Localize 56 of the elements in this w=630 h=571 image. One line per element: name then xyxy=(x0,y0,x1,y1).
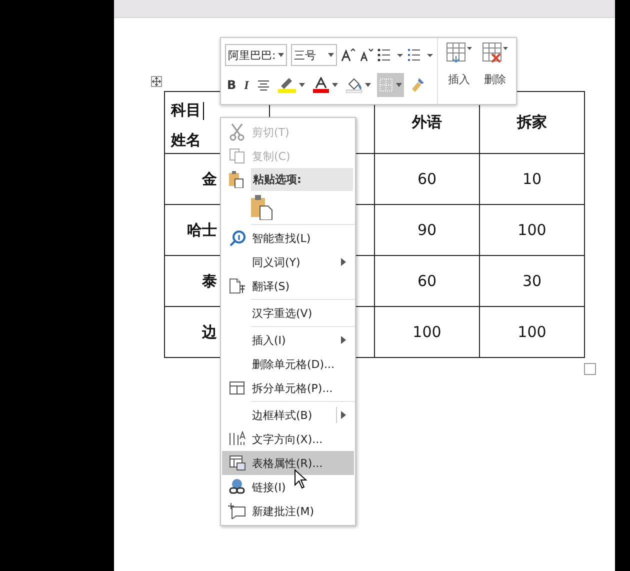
header-label: 姓名 xyxy=(170,130,201,151)
insert-table-icon xyxy=(446,42,472,64)
translate-icon xyxy=(228,278,246,294)
caret-icon xyxy=(364,83,371,87)
align-icon xyxy=(256,80,270,90)
borders-icon xyxy=(378,78,393,92)
caret-icon xyxy=(396,83,402,87)
text-direction-icon xyxy=(228,431,246,447)
table-cell: 60 xyxy=(374,154,480,204)
menu-section-header: 粘贴选项: xyxy=(251,168,353,191)
menu-item[interactable]: 表格属性(R)... xyxy=(222,451,354,475)
link-icon xyxy=(228,478,246,496)
format-painter-icon xyxy=(410,77,426,93)
numbering-icon[interactable] xyxy=(407,48,433,62)
mouse-pointer-icon xyxy=(294,469,307,489)
table-cell: 60 xyxy=(374,256,480,306)
font-name-field[interactable]: 阿里巴巴: xyxy=(225,44,287,66)
table-cell: 100 xyxy=(374,306,480,358)
delete-table-icon xyxy=(482,42,508,64)
menu-item[interactable]: 边框样式(B) xyxy=(222,403,354,427)
submenu-arrow-icon xyxy=(341,336,346,344)
header-label: 科目 xyxy=(165,92,204,129)
font-color-icon xyxy=(312,77,329,93)
caret-icon xyxy=(332,83,338,87)
menu-item[interactable]: 链接(I) xyxy=(222,475,354,499)
copy-icon xyxy=(229,148,245,164)
search-icon xyxy=(228,230,246,246)
shrink-font-icon[interactable] xyxy=(359,48,373,62)
table-cell: 10 xyxy=(480,154,584,204)
menu-item[interactable]: 文字方向(X)... xyxy=(222,427,354,451)
resize-handle[interactable] xyxy=(584,363,596,375)
table-icon xyxy=(228,455,246,471)
table-cell: 30 xyxy=(480,256,584,306)
scissors-icon xyxy=(229,123,245,141)
italic-button[interactable]: I xyxy=(242,73,251,97)
paint-bucket-icon xyxy=(346,77,362,93)
table-cell: 100 xyxy=(480,306,584,358)
clipboard-icon xyxy=(228,171,244,188)
font-size-field[interactable]: 三号 xyxy=(291,44,337,66)
bullets-icon[interactable] xyxy=(377,48,403,62)
bold-button[interactable]: B xyxy=(225,73,238,97)
table-cell: 100 xyxy=(480,204,584,256)
comment-icon xyxy=(228,503,246,519)
highlighter-icon xyxy=(278,77,296,93)
caret-icon xyxy=(278,53,284,57)
submenu-arrow-icon xyxy=(341,411,346,419)
submenu-arrow-icon xyxy=(341,258,346,266)
menu-item[interactable]: 新建批注(M) xyxy=(222,499,354,523)
move-handle-icon[interactable] xyxy=(151,76,162,87)
table-cell: 90 xyxy=(374,204,480,256)
paste-option-icon[interactable] xyxy=(251,194,273,220)
menu-item[interactable]: 拆分单元格(P)... xyxy=(222,376,354,400)
grow-font-icon[interactable] xyxy=(341,48,355,62)
caret-icon xyxy=(328,53,334,57)
grid-icon xyxy=(229,381,245,395)
caret-icon xyxy=(298,83,305,87)
